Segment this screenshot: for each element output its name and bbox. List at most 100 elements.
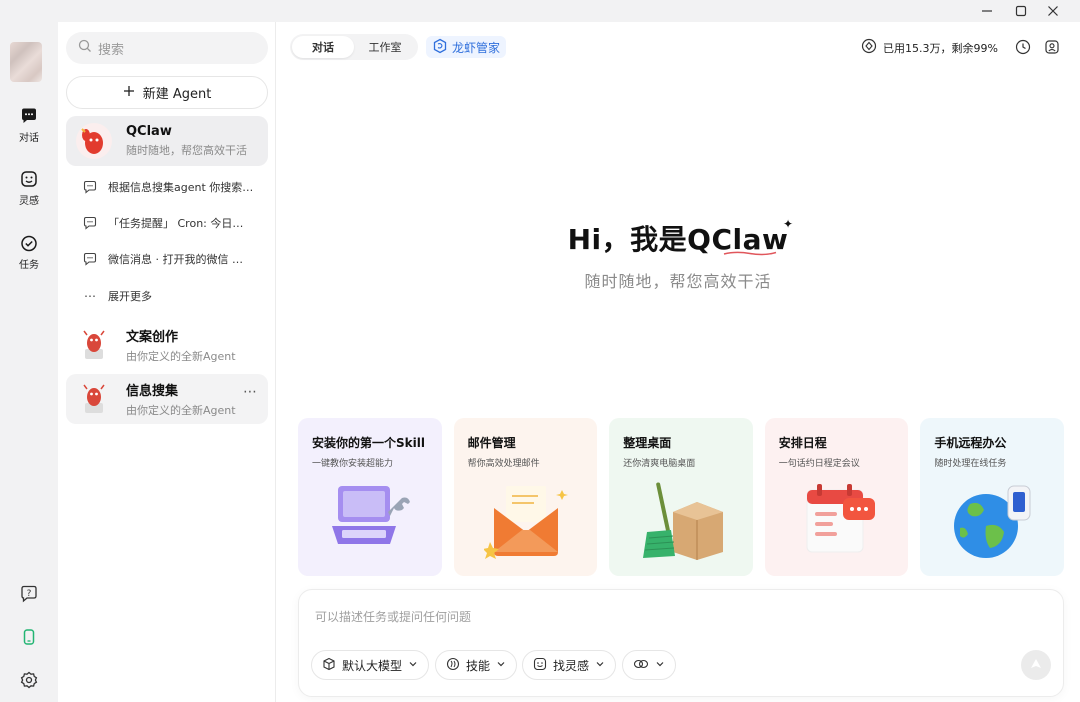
chat-icon bbox=[19, 106, 39, 126]
model-label: 默认大模型 bbox=[342, 658, 403, 673]
envelope-icon bbox=[483, 486, 568, 559]
link-icon bbox=[633, 657, 649, 674]
link-selector[interactable] bbox=[622, 650, 676, 680]
agent-name: 文案创作 bbox=[126, 330, 179, 345]
inspiration-icon bbox=[19, 169, 39, 189]
agent-item-info-collect[interactable]: 信息搜集 由你定义的全新Agent ⋯ bbox=[66, 374, 268, 424]
message-icon bbox=[82, 215, 98, 231]
skill-label: 技能 bbox=[466, 658, 491, 673]
usage-indicator[interactable]: 已用15.3万，剩余99% bbox=[861, 38, 998, 57]
history-icon[interactable] bbox=[1014, 38, 1032, 56]
usage-text: 已用15.3万，剩余99% bbox=[883, 41, 998, 55]
skill-selector[interactable]: 技能 bbox=[435, 650, 518, 680]
agent-subtitle: 由你定义的全新Agent bbox=[126, 350, 236, 363]
rail-item-task[interactable]: 任务 bbox=[0, 233, 58, 271]
composer[interactable]: 可以描述任务或提问任何问题 默认大模型 技能 找灵感 bbox=[298, 589, 1064, 697]
card-subtitle: 还你清爽电脑桌面 bbox=[623, 459, 696, 469]
settings-button[interactable] bbox=[0, 670, 58, 690]
composer-placeholder: 可以描述任务或提问任何问题 bbox=[315, 610, 472, 624]
new-agent-label: 新建 Agent bbox=[142, 87, 212, 102]
minimize-icon[interactable] bbox=[970, 0, 1004, 22]
inspiration-label: 找灵感 bbox=[553, 658, 590, 673]
cube-icon bbox=[322, 657, 336, 674]
diamond-icon bbox=[861, 38, 877, 57]
message-icon bbox=[82, 179, 98, 195]
rail-item-inspiration[interactable]: 灵感 bbox=[0, 169, 58, 207]
agent-item-copywriting[interactable]: 文案创作 由你定义的全新Agent bbox=[66, 320, 268, 370]
chevron-down-icon bbox=[595, 658, 605, 672]
lobster-avatar bbox=[76, 327, 112, 363]
plus-icon bbox=[123, 85, 135, 101]
calendar-icon bbox=[806, 484, 875, 553]
tab-studio[interactable]: 工作室 bbox=[354, 36, 416, 58]
conversation-title: 微信消息 · 打开我的微信 … bbox=[108, 253, 243, 266]
card-install-skill[interactable]: 安装你的第一个Skill 一键教你安装超能力 bbox=[298, 418, 442, 576]
conversation-item[interactable]: 「任务提醒」 Cron: 今日最… bbox=[82, 213, 254, 233]
model-selector[interactable]: 默认大模型 bbox=[311, 650, 430, 680]
underline-decoration bbox=[723, 251, 777, 256]
main-panel: 对话 工作室 龙虾管家 已用15.3万，剩余99% Hi，我是QClaw ✦ 随… bbox=[276, 22, 1080, 702]
hero-title: Hi，我是QClaw bbox=[567, 223, 789, 256]
inspiration-selector[interactable]: 找灵感 bbox=[522, 650, 617, 680]
task-icon bbox=[19, 233, 39, 253]
agent-subtitle: 随时随地，帮您高效干活 bbox=[126, 144, 247, 157]
laptop-wrench-icon bbox=[332, 486, 410, 544]
rail-label: 灵感 bbox=[19, 196, 39, 207]
card-subtitle: 帮你高效处理邮件 bbox=[467, 459, 540, 469]
left-rail: 对话 灵感 任务 ? bbox=[0, 22, 58, 702]
maximize-icon[interactable] bbox=[1004, 0, 1038, 22]
more-options-icon[interactable]: ⋯ bbox=[243, 384, 258, 400]
new-agent-button[interactable]: 新建 Agent bbox=[66, 76, 268, 109]
message-icon bbox=[82, 251, 98, 267]
ellipsis-icon: ⋯ bbox=[84, 289, 96, 303]
svg-text:?: ? bbox=[27, 589, 32, 599]
conversation-title: 「任务提醒」 Cron: 今日最… bbox=[108, 217, 254, 230]
qclaw-avatar bbox=[76, 123, 112, 159]
quick-start-cards: 安装你的第一个Skill 一键教你安装超能力 邮件管理 帮你高效处理邮件 整理桌… bbox=[298, 418, 1064, 576]
help-icon: ? bbox=[19, 584, 39, 604]
card-mail-management[interactable]: 邮件管理 帮你高效处理邮件 bbox=[453, 418, 598, 576]
settings-icon bbox=[19, 670, 39, 690]
send-button[interactable] bbox=[1021, 650, 1051, 680]
chevron-down-icon bbox=[496, 658, 506, 672]
lobster-manager-label: 龙虾管家 bbox=[452, 40, 501, 55]
search-input[interactable]: 搜索 bbox=[66, 32, 268, 64]
broom-box-icon bbox=[643, 482, 724, 560]
conversation-item[interactable]: 根据信息搜集agent 你搜索… bbox=[82, 177, 254, 197]
close-icon[interactable] bbox=[1036, 0, 1070, 22]
user-avatar[interactable] bbox=[10, 42, 42, 82]
conversation-title: 根据信息搜集agent 你搜索… bbox=[108, 181, 254, 194]
phone-button[interactable] bbox=[0, 627, 58, 647]
lobster-manager-icon bbox=[432, 38, 448, 57]
conversation-item[interactable]: 微信消息 · 打开我的微信 … bbox=[82, 249, 254, 269]
card-title: 安装你的第一个Skill bbox=[312, 436, 425, 450]
card-title: 整理桌面 bbox=[623, 436, 672, 450]
rail-item-chat[interactable]: 对话 bbox=[0, 106, 58, 144]
sparkle-icon: ✦ bbox=[783, 217, 794, 231]
card-clean-desktop[interactable]: 整理桌面 还你清爽电脑桌面 bbox=[609, 418, 753, 576]
smile-icon bbox=[533, 657, 547, 674]
expand-more-button[interactable]: ⋯ 展开更多 bbox=[82, 286, 254, 306]
card-title: 手机远程办公 bbox=[934, 436, 1007, 450]
card-subtitle: 随时处理在线任务 bbox=[934, 459, 1007, 469]
search-placeholder: 搜索 bbox=[98, 42, 125, 58]
help-button[interactable]: ? bbox=[0, 584, 58, 604]
send-arrow-icon bbox=[1029, 656, 1043, 675]
profile-icon[interactable] bbox=[1043, 38, 1061, 56]
globe-phone-icon bbox=[954, 485, 1031, 558]
mode-tabs: 对话 工作室 bbox=[290, 34, 418, 60]
agent-name: 信息搜集 bbox=[126, 384, 179, 399]
lobster-manager-button[interactable]: 龙虾管家 bbox=[426, 36, 507, 58]
agent-name: QClaw bbox=[126, 124, 172, 139]
chevron-down-icon bbox=[655, 658, 665, 672]
card-title: 邮件管理 bbox=[467, 436, 516, 450]
title-bar bbox=[0, 0, 1080, 22]
card-schedule[interactable]: 安排日程 一句话约日程定会议 bbox=[764, 418, 909, 576]
chevron-down-icon bbox=[408, 658, 418, 672]
tab-chat[interactable]: 对话 bbox=[292, 36, 354, 58]
card-remote-office[interactable]: 手机远程办公 随时处理在线任务 bbox=[920, 418, 1064, 576]
agent-item-qclaw[interactable]: QClaw 随时随地，帮您高效干活 bbox=[66, 116, 268, 166]
card-subtitle: 一键教你安装超能力 bbox=[312, 459, 394, 469]
card-title: 安排日程 bbox=[778, 436, 827, 450]
agent-subtitle: 由你定义的全新Agent bbox=[126, 404, 236, 417]
